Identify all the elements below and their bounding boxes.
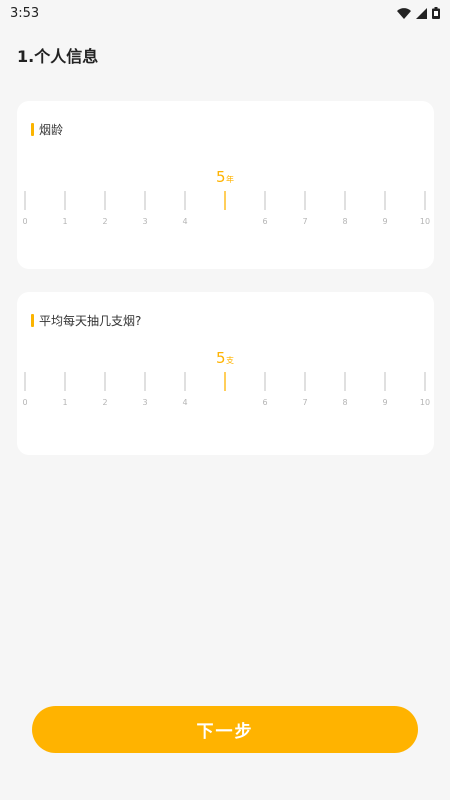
signal-icon bbox=[416, 7, 427, 19]
smoking-years-ruler[interactable]: 5 年 0 1 2 3 4 6 7 8 9 10 bbox=[17, 101, 434, 269]
status-time: 3:53 bbox=[10, 5, 40, 21]
ruler-tick-label: 3 bbox=[142, 217, 147, 226]
ruler-tick-label: 6 bbox=[262, 398, 267, 407]
ruler-tick-label: 10 bbox=[420, 398, 430, 407]
selected-unit: 年 bbox=[226, 174, 234, 184]
ruler-tick-label: 8 bbox=[342, 217, 347, 226]
selected-unit: 支 bbox=[226, 355, 234, 365]
ruler-tick-label: 9 bbox=[382, 217, 387, 226]
smoking-years-card: 烟龄 5 年 0 1 2 3 4 6 7 8 9 10 bbox=[17, 101, 434, 269]
next-step-button[interactable]: 下一步 bbox=[32, 706, 418, 753]
wifi-icon bbox=[397, 7, 411, 19]
ruler-tick-label: 2 bbox=[102, 398, 107, 407]
ruler-tick-label: 0 bbox=[22, 217, 27, 226]
page-title: 1.个人信息 bbox=[17, 47, 99, 66]
ruler-tick-label: 4 bbox=[182, 398, 187, 407]
ruler-tick-label: 8 bbox=[342, 398, 347, 407]
ruler-tick-label: 7 bbox=[302, 217, 307, 226]
ruler-tick-label: 10 bbox=[420, 217, 430, 226]
ruler-tick-label: 6 bbox=[262, 217, 267, 226]
battery-icon bbox=[432, 7, 440, 19]
ruler-tick-label: 4 bbox=[182, 217, 187, 226]
daily-cigarettes-ruler[interactable]: 5 支 0 1 2 3 4 6 7 8 9 10 bbox=[17, 292, 434, 455]
ruler-tick-label: 9 bbox=[382, 398, 387, 407]
ruler-tick-label: 3 bbox=[142, 398, 147, 407]
selected-value: 5 bbox=[216, 168, 226, 186]
ruler-tick-label: 7 bbox=[302, 398, 307, 407]
ruler-tick-label: 2 bbox=[102, 217, 107, 226]
ruler-tick-label: 1 bbox=[62, 217, 67, 226]
ruler-tick-label: 0 bbox=[22, 398, 27, 407]
daily-cigarettes-card: 平均每天抽几支烟? 5 支 0 1 2 3 4 6 7 8 9 10 bbox=[17, 292, 434, 455]
status-bar: 3:53 bbox=[0, 0, 450, 26]
ruler-tick-label: 1 bbox=[62, 398, 67, 407]
selected-value: 5 bbox=[216, 349, 226, 367]
status-icons bbox=[397, 7, 440, 19]
